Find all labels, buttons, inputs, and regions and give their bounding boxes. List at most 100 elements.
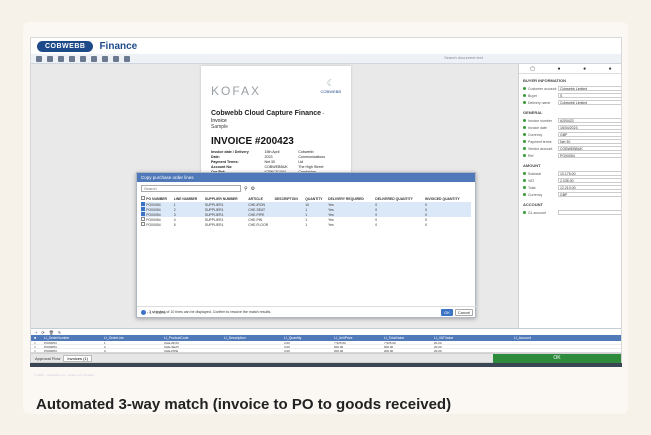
panel-section: ACCOUNT GL account <box>519 202 621 216</box>
field-row: Delivery name Cobwebb Limited <box>519 99 621 106</box>
field-row: Payment terms Net 30 <box>519 138 621 145</box>
grid-column-header[interactable]: LI_ProductCode <box>161 336 221 340</box>
field-value[interactable]: 12,210.00 <box>558 185 621 190</box>
field-label: Delivery name <box>528 100 551 105</box>
column-header[interactable]: INVOICED QUANTITY <box>425 195 471 202</box>
filter-icon[interactable]: ⚲ <box>244 186 248 192</box>
field-label: GL account <box>528 210 546 215</box>
field-row: Vendor account COBWEBBUK <box>519 145 621 152</box>
column-header[interactable]: DELIVERY REQUIRED <box>328 195 375 202</box>
section-title: BUYER INFORMATION <box>523 78 567 83</box>
search-input[interactable]: Search <box>141 185 241 192</box>
valid-status-icon <box>523 193 526 196</box>
panel-section: GENERAL Invoice number #200423 Invoice d… <box>519 110 621 159</box>
ok-button[interactable]: OK <box>441 309 453 316</box>
field-value[interactable]: S <box>558 93 621 98</box>
column-header[interactable]: DESCRIPTION <box>275 195 306 202</box>
column-header[interactable]: DELIVERED QUANTITY <box>375 195 425 202</box>
caption: Automated 3-way match (invoice to PO to … <box>36 396 452 413</box>
metadata-panel: ▢ ● ● ● BUYER INFORMATION Customer accou… <box>518 64 621 328</box>
delete-icon[interactable] <box>113 55 119 62</box>
column-header[interactable]: SUPPLIER NUMBER <box>205 195 248 202</box>
refresh-icon[interactable]: ⟳ <box>41 330 44 335</box>
delete-line-icon[interactable]: 🗑 <box>49 330 54 335</box>
invoices-tab[interactable]: Invoices (1) <box>63 354 93 362</box>
column-header[interactable]: LINE NUMBER <box>174 195 205 202</box>
app-window: COBWEBB Finance Search document text KOF… <box>30 37 622 353</box>
cobwebb-logo: COBWEBB <box>37 40 94 52</box>
field-value[interactable]: Net 30 <box>558 139 621 144</box>
info-icon <box>141 309 146 315</box>
cobwebb-mark-icon: ☾ <box>326 78 335 88</box>
field-label: Currency <box>528 132 543 137</box>
field-value[interactable]: 10,175.00 <box>558 171 621 176</box>
confirm-ok-button[interactable]: OK <box>493 354 621 363</box>
section-title: ACCOUNT <box>523 202 543 207</box>
settings-icon[interactable]: ⚙ <box>251 186 255 192</box>
valid-status-icon <box>523 101 526 104</box>
flag-icon[interactable] <box>102 55 108 62</box>
field-label: Ref <box>528 153 534 158</box>
field-value[interactable]: COBWEBBUK <box>558 146 621 151</box>
invoice-document: KOFAX ☾ COBWEBB Cobwebb Cloud Capture Fi… <box>201 66 351 189</box>
valid-status-icon <box>523 179 526 182</box>
column-header[interactable]: QUANTITY <box>305 195 328 202</box>
field-value[interactable]: GBP <box>558 192 621 197</box>
field-row: Invoice date 15/04/2023 <box>519 124 621 131</box>
rotate-icon[interactable] <box>80 55 86 62</box>
info-tab-icon[interactable]: ● <box>558 66 561 72</box>
grid-column-header[interactable]: LI_Description <box>221 336 281 340</box>
field-row: Ref PO00054 <box>519 152 621 159</box>
valid-status-icon <box>523 94 526 97</box>
column-header[interactable]: ARTICLE <box>248 195 274 202</box>
grid-column-header[interactable]: LI_VATValue <box>431 336 511 340</box>
cancel-button[interactable]: Cancel <box>455 309 473 316</box>
merge-icon[interactable] <box>69 55 75 62</box>
field-row: Buyer S <box>519 92 621 99</box>
field-value[interactable] <box>558 210 621 215</box>
field-value[interactable]: PO00054 <box>558 153 621 158</box>
po-cell: PO00054 <box>146 222 161 227</box>
document-search-hint[interactable]: Search document text <box>444 55 483 60</box>
grid-select-all[interactable]: ■ <box>31 336 41 340</box>
field-label: Customer account <box>528 86 557 91</box>
history-tab-icon[interactable]: ● <box>609 66 612 72</box>
grid-column-header[interactable]: LI_Quantity <box>281 336 331 340</box>
view-icon[interactable] <box>124 55 130 62</box>
save-icon[interactable] <box>36 55 42 62</box>
split-icon[interactable] <box>58 55 64 62</box>
doc-title: Cobwebb Cloud Capture Finance - Invoice <box>211 110 325 124</box>
approval-flow-label: Approval Flow <box>35 355 61 361</box>
brand-bar: COBWEBB Finance <box>31 38 621 54</box>
grid-column-header[interactable]: LI_UnitPrice <box>331 336 381 340</box>
section-title: GENERAL <box>523 110 543 115</box>
po-cell: Yes <box>328 222 334 227</box>
field-value[interactable]: #200423 <box>558 118 621 123</box>
grid-column-header[interactable]: LI_OrderNumber <box>41 336 101 340</box>
field-value[interactable]: Cobwebb Limited <box>558 86 621 91</box>
field-value[interactable]: GBP <box>558 132 621 137</box>
panel-section: AMOUNT Subtotal 10,175.00 VAT 2,035.00 T… <box>519 163 621 198</box>
edit-line-icon[interactable]: ✎ <box>58 330 61 335</box>
field-value[interactable]: Cobwebb Limited <box>558 100 621 105</box>
valid-status-icon <box>523 126 526 129</box>
field-row: VAT 2,035.00 <box>519 177 621 184</box>
po-line-row[interactable]: PO00054 5 SUPPLIER1 CHE-FLOOR 1 Yes 0 0 <box>141 222 471 227</box>
fields-tab-icon[interactable]: ▢ <box>530 66 535 72</box>
valid-status-icon <box>523 133 526 136</box>
dialog-title: Copy purchase order lines <box>137 173 475 182</box>
print-icon[interactable] <box>91 55 97 62</box>
valid-status-icon <box>523 186 526 189</box>
add-line-icon[interactable]: + <box>35 330 37 335</box>
grid-column-header[interactable]: LI_Account <box>511 336 571 340</box>
comments-tab-icon[interactable]: ● <box>583 66 586 72</box>
back-icon[interactable] <box>47 55 53 62</box>
valid-status-icon <box>523 119 526 122</box>
field-label: Subtotal <box>528 171 541 176</box>
grid-column-header[interactable]: LI_TotalValue <box>381 336 431 340</box>
field-value[interactable]: 15/04/2023 <box>558 125 621 130</box>
column-header[interactable]: PO NUMBER <box>146 195 173 202</box>
field-value[interactable]: 2,035.00 <box>558 178 621 183</box>
field-label: Buyer <box>528 93 538 98</box>
grid-column-header[interactable]: LI_OrderLine <box>101 336 161 340</box>
